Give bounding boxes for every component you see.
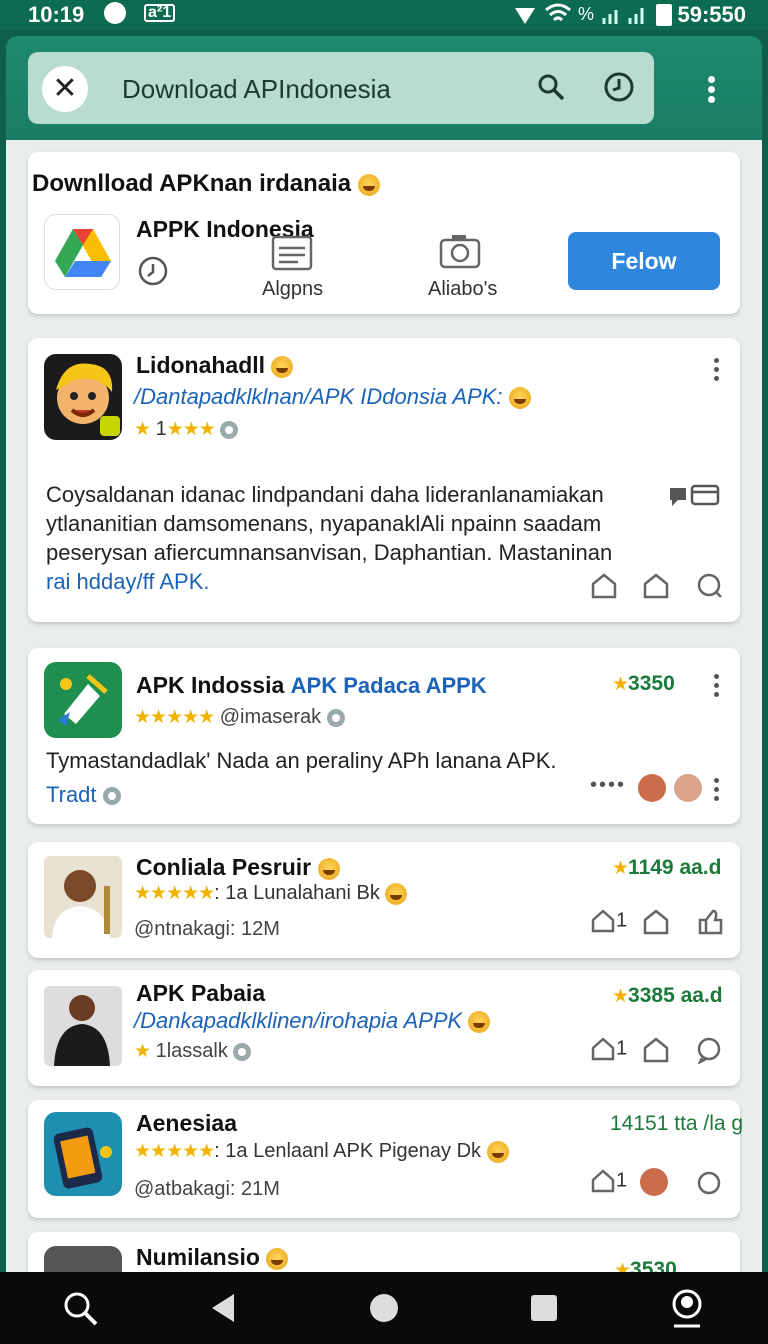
more-vert-icon[interactable] (712, 358, 720, 382)
more-vert-icon[interactable] (712, 778, 720, 802)
percent-text: % (578, 4, 595, 24)
status-bar: 10:19 a²1 % 59:550 (0, 0, 768, 30)
post-rating: ★ 1★★★ (134, 418, 239, 441)
post-rating: ★ 1lassalk (134, 1040, 252, 1063)
more-horiz-icon[interactable]: •••• (590, 774, 626, 797)
battery-text: 59:550 (677, 2, 746, 27)
post-rating: ★★★★★ @imaserak (134, 706, 345, 729)
like-button[interactable]: 1 (590, 908, 627, 934)
more-vert-icon[interactable] (700, 74, 724, 104)
cell-signal-icon (602, 8, 644, 24)
close-icon[interactable]: ✕ (42, 66, 88, 112)
wifi-icon (545, 3, 571, 22)
post-body: Tymastandadlak' Nada an peraliny APh lan… (46, 748, 557, 773)
post-title: Numilansio (136, 1244, 289, 1271)
search-icon[interactable] (536, 72, 566, 102)
phone-app-icon[interactable] (44, 1112, 122, 1196)
profile-icon[interactable] (668, 1288, 706, 1328)
like-icon (591, 1037, 615, 1061)
apps-list-icon[interactable] (270, 234, 314, 272)
user-photo[interactable] (44, 986, 122, 1066)
post-title: Conliala Pesruir (136, 854, 340, 881)
thumb-icon[interactable] (696, 908, 724, 936)
like-button[interactable]: 1 (590, 1168, 627, 1194)
avatar[interactable] (674, 774, 702, 802)
cartoon-app-icon[interactable] (44, 354, 122, 440)
like-icon[interactable] (590, 572, 618, 600)
post-subtitle: ★★★★★: 1a Lenlaanl APK Pigenay Dk (134, 1140, 509, 1163)
home-icon[interactable] (368, 1292, 400, 1324)
avatar[interactable] (640, 1168, 668, 1196)
more-vert-icon[interactable] (712, 674, 720, 698)
share-icon[interactable] (642, 908, 670, 936)
rating-badge: ★1149 aa.d (612, 856, 722, 879)
post-title: Aenesiaa (136, 1110, 238, 1136)
share-icon[interactable] (642, 572, 670, 600)
action1-label[interactable]: Algpns (262, 278, 323, 301)
body-line: Coysaldanan idanac lindpandani daha lide… (46, 482, 604, 507)
like-icon (591, 909, 615, 933)
user-photo[interactable] (44, 856, 122, 938)
featured-title: Downlload APKnan irdanaia (32, 170, 380, 198)
post-handle: @atbakagi: 21M (134, 1178, 280, 1200)
status-time: 10:19 (28, 2, 85, 27)
post-subtitle: ★★★★★: 1a Lunalahani Bk (134, 882, 408, 905)
rating-badge: ★3350 (612, 672, 675, 695)
action2-label[interactable]: Aliabo's (428, 278, 497, 301)
drive-app-icon[interactable] (44, 214, 120, 290)
media-icon[interactable] (666, 482, 722, 510)
camera-icon[interactable] (438, 232, 482, 270)
like-button[interactable]: 1 (590, 1036, 627, 1062)
recent-apps-icon[interactable] (530, 1294, 558, 1322)
history-icon[interactable] (602, 70, 636, 104)
post-title-link[interactable]: APK Padaca APPK (291, 673, 487, 698)
post-body: Coysaldanan idanac lindpandani daha lide… (46, 480, 646, 596)
radio-icon[interactable] (696, 1170, 722, 1196)
avatar[interactable] (638, 774, 666, 802)
rating-badge: ★3385 aa.d (612, 984, 723, 1007)
back-icon[interactable] (208, 1292, 238, 1324)
search-icon[interactable] (62, 1290, 100, 1328)
share-icon[interactable] (642, 1036, 670, 1064)
rating-icon[interactable] (136, 254, 170, 288)
body-line: ytlananitian damsomenans, nyapanaklAli n… (46, 511, 602, 536)
signal-icon (515, 8, 535, 24)
post-handle: @ntnakagi: 12M (134, 918, 280, 940)
rating-badge: 14151 tta /la g (610, 1112, 744, 1135)
post-title: Lidonahadll (136, 352, 294, 379)
post-title: APK Indossia APK Padaca APPK (136, 672, 487, 698)
post-link[interactable]: /Dankapadklklinen/irohapia APPK (134, 1008, 491, 1034)
post-link[interactable]: /Dantapadklklnan/APK IDdonsia APK: (134, 384, 531, 410)
body-link[interactable]: rai hdday/ff APK. (46, 567, 646, 596)
notification-badge: a²1 (144, 4, 176, 22)
green-app-icon[interactable] (44, 662, 122, 738)
comment-icon[interactable] (696, 1036, 724, 1064)
notification-icon (104, 2, 126, 24)
body-line: peserysan afiercumnansanvisan, Daphantia… (46, 540, 613, 565)
comment-icon[interactable] (696, 572, 724, 600)
like-icon (591, 1169, 615, 1193)
navigation-bar (0, 1272, 768, 1344)
follow-button[interactable]: Felow (568, 232, 720, 290)
post-tag[interactable]: Tradt (46, 782, 121, 808)
post-title: APK Pabaia (136, 980, 266, 1006)
battery-icon (656, 4, 672, 26)
search-input[interactable]: Download APIndonesia (122, 74, 391, 105)
